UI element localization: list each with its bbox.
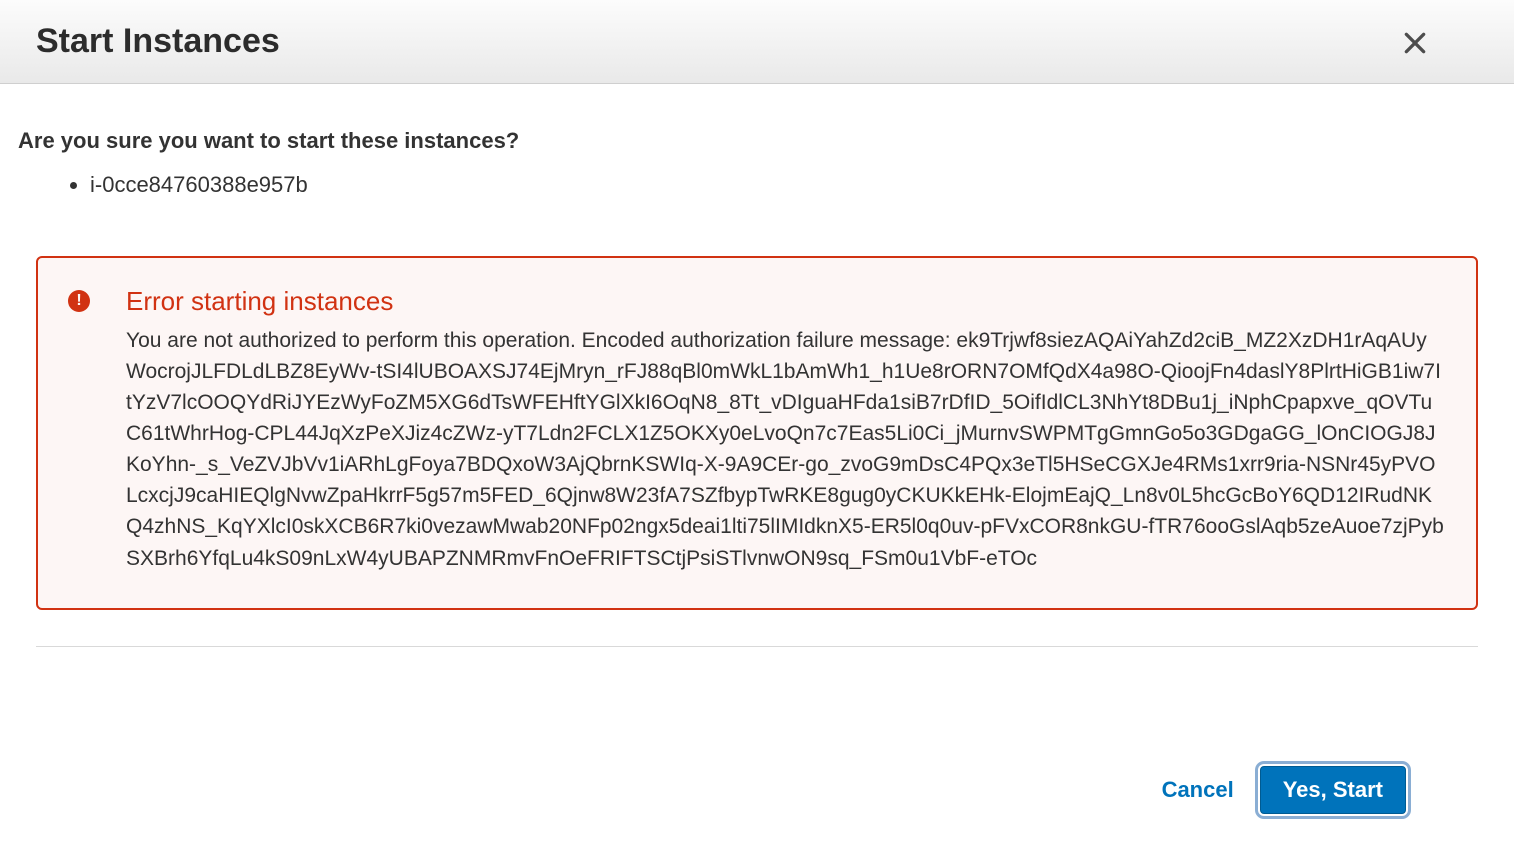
start-instances-dialog: Start Instances Are you sure you want to… (0, 0, 1514, 844)
dialog-separator (36, 646, 1478, 647)
close-button[interactable] (1402, 30, 1428, 56)
confirm-question: Are you sure you want to start these ins… (18, 128, 1496, 154)
error-content: Error starting instances You are not aut… (126, 286, 1446, 574)
dialog-header: Start Instances (0, 0, 1514, 84)
error-message: You are not authorized to perform this o… (126, 325, 1446, 574)
error-icon: ! (68, 290, 90, 312)
error-box: ! Error starting instances You are not a… (36, 256, 1478, 610)
yes-start-button[interactable]: Yes, Start (1260, 766, 1406, 814)
dialog-title: Start Instances (36, 22, 280, 60)
instance-list: i-0cce84760388e957b (18, 172, 1496, 198)
error-icon-wrap: ! (68, 290, 90, 312)
cancel-button[interactable]: Cancel (1158, 769, 1238, 811)
dialog-body: Are you sure you want to start these ins… (0, 84, 1514, 744)
close-icon (1402, 30, 1428, 56)
instance-id: i-0cce84760388e957b (90, 172, 1496, 198)
dialog-footer: Cancel Yes, Start (0, 744, 1514, 844)
error-title: Error starting instances (126, 286, 1446, 317)
